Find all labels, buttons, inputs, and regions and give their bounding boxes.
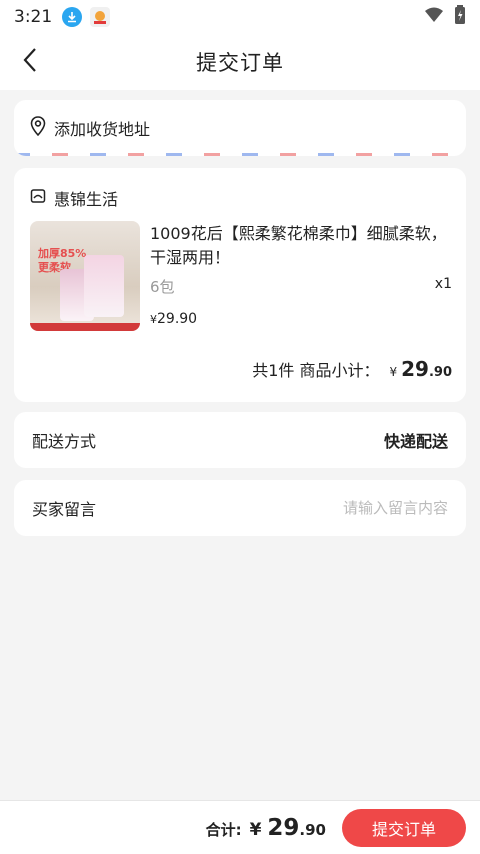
order-total: 合计: ¥ 29 .90 [206,815,342,841]
location-pin-icon [30,116,46,140]
page-title: 提交订单 [196,51,284,75]
chevron-left-icon [22,47,38,77]
status-time: 3:21 [14,7,53,27]
shop-name: 惠锦生活 [54,190,119,209]
product-spec: 6包 [150,278,175,296]
price-currency: ¥ [150,313,157,326]
price-value: 29.90 [157,311,198,327]
back-button[interactable] [14,46,46,78]
total-label: 合计: [205,820,242,839]
header: 提交订单 [0,34,480,90]
product-image[interactable]: 加厚85% 更柔软 [30,221,140,331]
subtotal-integer: 29 [401,357,429,381]
status-bar: 3:21 [0,0,480,34]
buyer-message-row: 买家留言 [14,480,466,536]
submit-order-button[interactable]: 提交订单 [342,808,466,847]
total-decimal: .90 [299,820,326,839]
order-item-card: 惠锦生活 加厚85% 更柔软 1009花后【熙柔繁花棉柔巾】细腻柔软，干湿两用！… [14,168,466,402]
subtotal-label: 共1件 商品小计： [252,361,380,380]
product-price: ¥29.90 [150,311,197,327]
shop-header[interactable]: 惠锦生活 [30,186,118,210]
shipping-value: 快递配送 [383,432,448,451]
download-icon [62,7,83,27]
buyer-message-label: 买家留言 [32,500,97,519]
store-icon [30,188,46,208]
shipping-label: 配送方式 [32,432,97,451]
product-package-front [84,255,124,317]
product-image-banner [30,323,140,331]
product-quantity: x1 [434,276,452,292]
subtotal: 共1件 商品小计： ¥ 29 .90 [252,357,452,381]
buyer-message-input[interactable] [268,499,448,517]
subtotal-currency: ¥ [389,365,398,379]
shipping-method-row[interactable]: 配送方式 快递配送 [14,412,466,468]
total-currency: ¥ [249,819,262,840]
app-notification-icon [90,7,111,27]
product-title[interactable]: 1009花后【熙柔繁花棉柔巾】细腻柔软，干湿两用！ [150,222,450,270]
address-envelope-stripe [14,153,466,156]
add-address-label: 添加收货地址 [54,120,151,139]
battery-icon [454,5,466,29]
checkout-bar: 合计: ¥ 29 .90 提交订单 [0,800,480,854]
wifi-icon [424,7,444,27]
add-address-card[interactable]: 添加收货地址 [14,100,466,156]
subtotal-decimal: .90 [428,365,452,380]
total-integer: 29 [267,814,300,841]
